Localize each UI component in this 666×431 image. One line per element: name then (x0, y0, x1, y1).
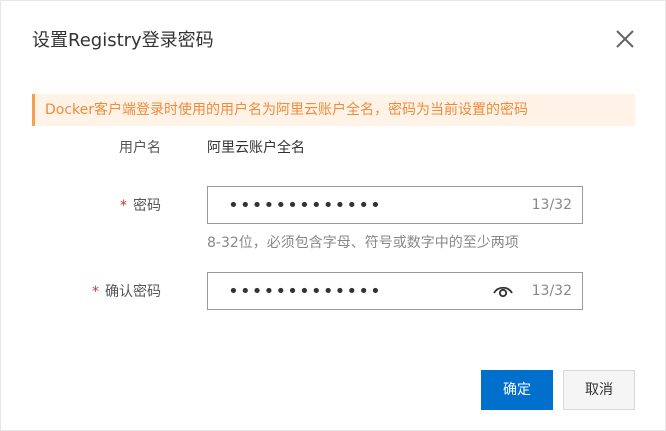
username-label: 用户名 (31, 138, 161, 158)
password-label: * 密码 (31, 196, 161, 216)
username-value: 阿里云账户全名 (207, 140, 305, 156)
confirm-password-label: * 确认密码 (31, 282, 161, 302)
dialog-title: 设置Registry登录密码 (32, 30, 214, 51)
confirm-password-field[interactable]: 13/32 (207, 272, 583, 310)
confirm-password-char-counter: 13/32 (531, 283, 572, 299)
registry-password-dialog: 设置Registry登录密码 Docker客户端登录时使用的用户名为阿里云账户全… (0, 0, 666, 431)
password-input[interactable] (208, 187, 498, 223)
required-mark: * (92, 284, 99, 300)
confirm-password-label-text: 确认密码 (105, 284, 161, 300)
close-icon[interactable] (613, 27, 637, 51)
username-label-text: 用户名 (119, 140, 161, 156)
confirm-password-input[interactable] (208, 273, 498, 309)
cancel-button[interactable]: 取消 (563, 370, 635, 410)
confirm-button[interactable]: 确定 (481, 370, 553, 410)
required-mark: * (120, 198, 127, 214)
password-char-counter: 13/32 (531, 197, 572, 213)
password-hint: 8-32位，必须包含字母、符号或数字中的至少两项 (207, 235, 519, 251)
password-field[interactable]: 13/32 (207, 186, 583, 224)
eye-icon[interactable] (492, 282, 514, 300)
password-label-text: 密码 (133, 198, 161, 214)
info-notice: Docker客户端登录时使用的用户名为阿里云账户全名，密码为当前设置的密码 (32, 94, 635, 126)
